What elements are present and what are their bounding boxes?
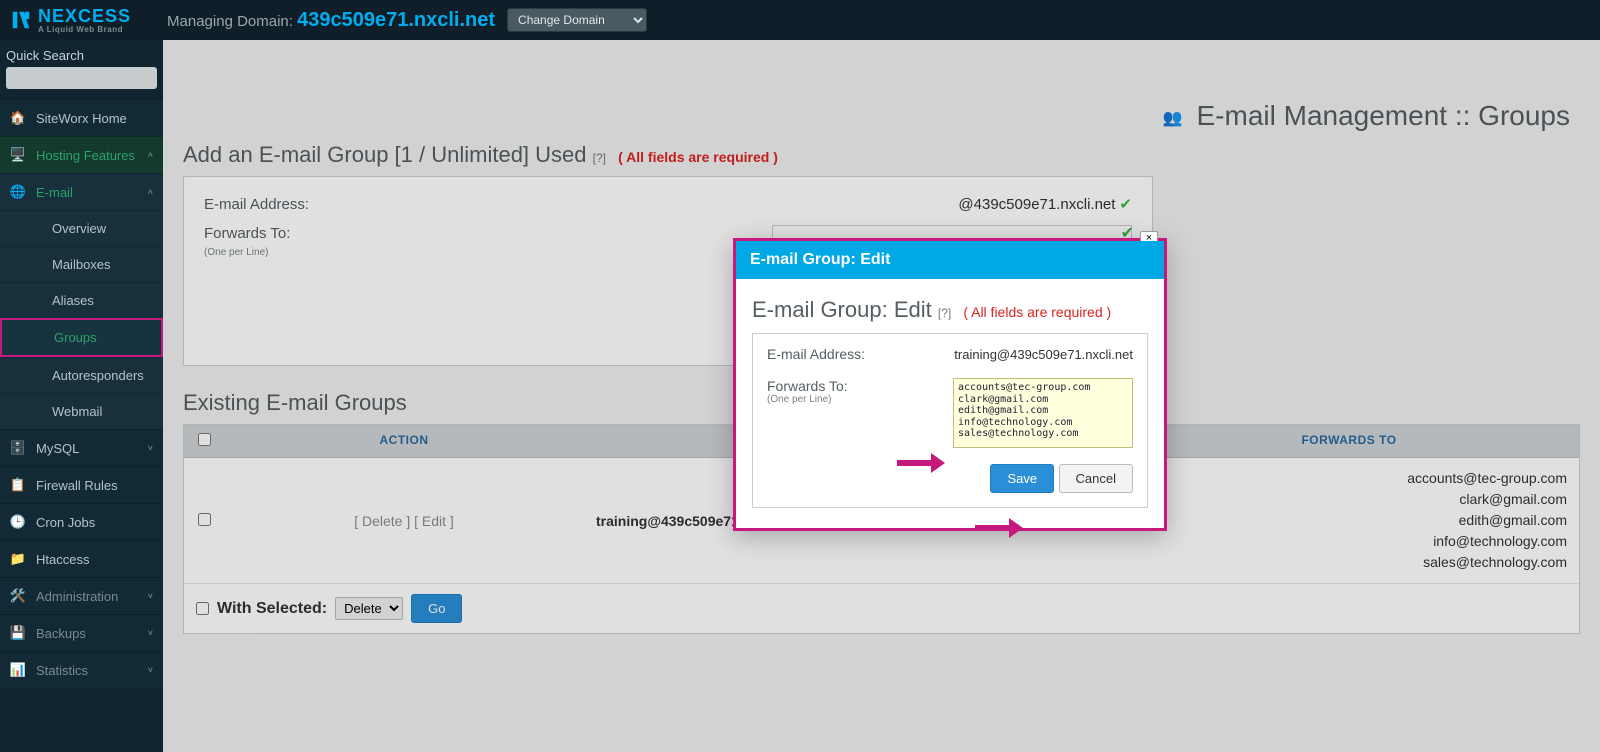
quick-search-label: Quick Search [0, 40, 163, 67]
brand-tagline: A Liquid Web Brand [38, 25, 131, 34]
nav-email[interactable]: 🌐 E-mail ˄ [0, 173, 163, 210]
home-icon: 🏠 [10, 110, 26, 126]
modal-forwards-textarea[interactable] [953, 378, 1133, 448]
brand-name: NEXCESS [38, 6, 131, 26]
check-icon: ✔ [1119, 196, 1132, 213]
modal-title: E-mail Group: Edit [736, 241, 1164, 279]
nav-email-overview[interactable]: Overview [0, 210, 163, 246]
nav-htaccess[interactable]: 📁 Htaccess [0, 540, 163, 577]
email-address-label: E-mail Address: [204, 196, 309, 213]
backup-icon: 💾 [10, 625, 26, 641]
nav-email-autoresponders[interactable]: Autoresponders [0, 357, 163, 393]
help-icon[interactable]: [?] [593, 151, 606, 165]
edit-group-modal: × E-mail Group: Edit E-mail Group: Edit … [733, 238, 1167, 531]
delete-link[interactable]: [ Delete ] [354, 513, 410, 529]
monitor-icon: 🖥️ [10, 147, 26, 163]
clock-icon: 🕒 [10, 514, 26, 530]
nav-firewall[interactable]: 📋 Firewall Rules [0, 466, 163, 503]
folder-icon: 📁 [10, 551, 26, 567]
tools-icon: 🛠️ [10, 588, 26, 604]
chevron-down-icon: ˅ [148, 628, 153, 638]
chevron-down-icon: ˅ [148, 443, 153, 453]
row-forwards: accounts@tec-group.comclark@gmail.comedi… [1131, 468, 1567, 573]
database-icon: 🗄️ [10, 440, 26, 456]
chevron-up-icon: ˄ [148, 187, 153, 197]
quick-search-input[interactable] [6, 67, 157, 89]
edit-link[interactable]: [ Edit ] [414, 513, 454, 529]
annotation-arrow-icon [897, 455, 945, 471]
nav-mysql[interactable]: 🗄️ MySQL ˅ [0, 429, 163, 466]
select-all-checkbox[interactable] [198, 433, 211, 446]
col-action: ACTION [224, 425, 584, 457]
add-group-heading: Add an E-mail Group [1 / Unlimited] Used… [183, 142, 1580, 168]
cancel-button[interactable]: Cancel [1059, 464, 1133, 493]
email-domain-value: @439c509e71.nxcli.net✔ [958, 195, 1132, 213]
col-forwards: FORWARDS TO [1119, 425, 1579, 457]
nav-email-aliases[interactable]: Aliases [0, 282, 163, 318]
footer-select-all[interactable] [196, 602, 209, 615]
sidebar: Quick Search 🏠 SiteWorx Home 🖥️ Hosting … [0, 40, 163, 752]
globe-icon: 🌐 [10, 184, 26, 200]
top-bar: NEXCESS A Liquid Web Brand Managing Doma… [0, 0, 1600, 40]
nav-email-groups[interactable]: Groups [0, 318, 163, 357]
firewall-icon: 📋 [10, 477, 26, 493]
nav-administration[interactable]: 🛠️ Administration ˅ [0, 577, 163, 614]
managing-domain-label: Managing Domain: 439c509e71.nxcli.net [167, 9, 495, 32]
brand-icon [10, 9, 32, 31]
nav-siteworx-home[interactable]: 🏠 SiteWorx Home [0, 99, 163, 136]
bulk-action-select[interactable]: Delete [335, 597, 403, 620]
main-content: 👥 E-mail Management :: Groups Add an E-m… [163, 40, 1600, 752]
annotation-arrow-icon [975, 520, 1023, 536]
chevron-down-icon: ˅ [148, 591, 153, 601]
help-icon[interactable]: [?] [938, 306, 951, 320]
current-domain: 439c509e71.nxcli.net [297, 9, 495, 31]
modal-email-value: training@439c509e71.nxcli.net [954, 347, 1133, 362]
with-selected-label: With Selected: [217, 600, 327, 618]
page-title: 👥 E-mail Management :: Groups [163, 40, 1600, 142]
forwards-to-label: Forwards To: (One per Line) [204, 225, 290, 259]
brand-logo[interactable]: NEXCESS A Liquid Web Brand [10, 6, 131, 34]
nav-email-mailboxes[interactable]: Mailboxes [0, 246, 163, 282]
modal-subtitle: E-mail Group: Edit [?] ( All fields are … [752, 297, 1148, 323]
change-domain-select[interactable]: Change Domain [507, 8, 647, 32]
chevron-up-icon: ˄ [148, 150, 153, 160]
save-button[interactable]: Save [990, 464, 1054, 493]
modal-email-label: E-mail Address: [767, 346, 954, 362]
chart-icon: 📊 [10, 662, 26, 678]
nav-statistics[interactable]: 📊 Statistics ˅ [0, 651, 163, 688]
nav-cron[interactable]: 🕒 Cron Jobs [0, 503, 163, 540]
row-checkbox[interactable] [198, 513, 211, 526]
user-group-icon: 👥 [1163, 110, 1183, 127]
nav-backups[interactable]: 💾 Backups ˅ [0, 614, 163, 651]
go-button[interactable]: Go [411, 594, 462, 623]
nav-email-webmail[interactable]: Webmail [0, 393, 163, 429]
nav-hosting-features[interactable]: 🖥️ Hosting Features ˄ [0, 136, 163, 173]
modal-forwards-label: Forwards To: (One per Line) [767, 378, 953, 405]
chevron-down-icon: ˅ [148, 665, 153, 675]
